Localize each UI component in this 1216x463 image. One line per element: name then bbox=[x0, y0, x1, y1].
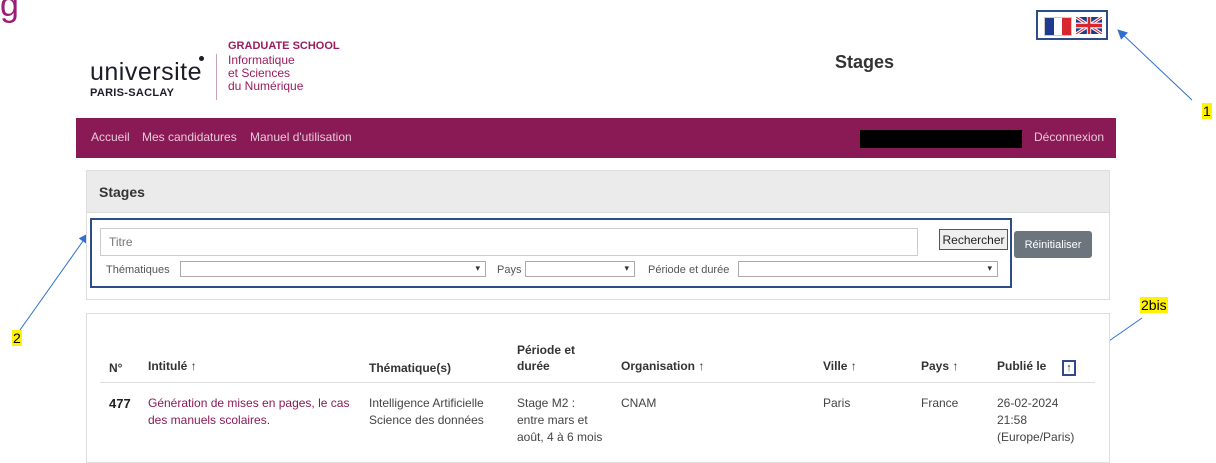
logo-dot-icon bbox=[199, 56, 204, 61]
logo-line: du Numérique bbox=[228, 79, 304, 93]
logout-link[interactable]: Déconnexion bbox=[1034, 130, 1104, 144]
nav-item-accueil[interactable]: Accueil bbox=[91, 130, 130, 144]
col-header-periode-line2: durée bbox=[517, 359, 550, 373]
row-periode-2: entre mars et bbox=[517, 413, 588, 427]
col-header-publie[interactable]: Publié le bbox=[997, 358, 1046, 374]
redacted-username bbox=[860, 130, 1022, 148]
filter-label-thematiques: Thématiques bbox=[106, 264, 170, 276]
row-periode-1: Stage M2 : bbox=[517, 396, 576, 410]
university-logo[interactable]: universite PARIS-SACLAY GRADUATE SCHOOL … bbox=[90, 40, 350, 110]
page-title: Stages bbox=[835, 52, 895, 72]
panel-title: Stages bbox=[99, 184, 145, 200]
row-thematique-2: Science des données bbox=[369, 413, 484, 427]
thematiques-select[interactable]: ▾ bbox=[180, 261, 486, 277]
filter-label-pays: Pays bbox=[497, 264, 522, 276]
pays-select[interactable]: ▾ bbox=[525, 261, 635, 277]
table-header-divider bbox=[100, 382, 1095, 383]
col-header-periode-line1: Période et bbox=[517, 343, 576, 357]
row-organisation: CNAM bbox=[621, 396, 657, 410]
nav-item-mes-candidatures[interactable]: Mes candidatures bbox=[142, 130, 237, 144]
row-date-3: (Europe/Paris) bbox=[997, 430, 1075, 444]
row-date-2: 21:58 bbox=[997, 413, 1028, 427]
row-pays: France bbox=[921, 396, 959, 410]
periode-select[interactable]: ▾ bbox=[738, 261, 998, 277]
row-thematique-1: Intelligence Artificielle bbox=[369, 396, 484, 410]
panel-header: Stages bbox=[87, 171, 1109, 213]
sort-arrow-button[interactable]: ↑ bbox=[1062, 360, 1076, 376]
col-header-thematiques: Thématique(s) bbox=[369, 361, 452, 375]
chevron-down-icon: ▾ bbox=[624, 263, 629, 273]
reset-button[interactable]: Réinitialiser bbox=[1014, 231, 1092, 258]
row-ville: Paris bbox=[823, 396, 851, 410]
chevron-down-icon: ▾ bbox=[475, 263, 480, 273]
row-intitule-link-line1[interactable]: Génération de mises en pages, le cas bbox=[148, 395, 349, 412]
annotation-label-2: 2 bbox=[12, 330, 22, 346]
search-button[interactable]: Rechercher bbox=[939, 229, 1008, 250]
row-periode-3: août, 4 à 6 mois bbox=[517, 430, 603, 444]
nav-item-manuel[interactable]: Manuel d'utilisation bbox=[250, 130, 352, 144]
col-header-ville[interactable]: Ville ↑ bbox=[823, 358, 857, 374]
logo-graduate-school: GRADUATE SCHOOL bbox=[228, 40, 340, 52]
annotation-label-1: 1 bbox=[1202, 103, 1212, 119]
logo-separator bbox=[216, 54, 217, 100]
filter-label-periode: Période et durée bbox=[648, 264, 730, 276]
chevron-down-icon: ▾ bbox=[987, 263, 992, 273]
annotation-label-2bis: 2bis bbox=[1140, 297, 1168, 313]
row-num: 477 bbox=[109, 396, 131, 411]
col-header-intitule[interactable]: Intitulé ↑ bbox=[148, 358, 197, 374]
row-intitule-link-line2[interactable]: des manuels scolaires. bbox=[148, 412, 270, 429]
col-header-organisation[interactable]: Organisation ↑ bbox=[621, 358, 704, 374]
main-navbar: Accueil Mes candidatures Manuel d'utilis… bbox=[76, 118, 1116, 158]
logo-wordmark: universite bbox=[90, 58, 202, 86]
col-header-num: N° bbox=[109, 361, 123, 375]
row-date-1: 26-02-2024 bbox=[997, 396, 1059, 410]
col-header-pays[interactable]: Pays ↑ bbox=[921, 358, 958, 374]
logo-subtitle: PARIS-SACLAY bbox=[90, 87, 175, 99]
title-search-input[interactable] bbox=[100, 228, 918, 256]
